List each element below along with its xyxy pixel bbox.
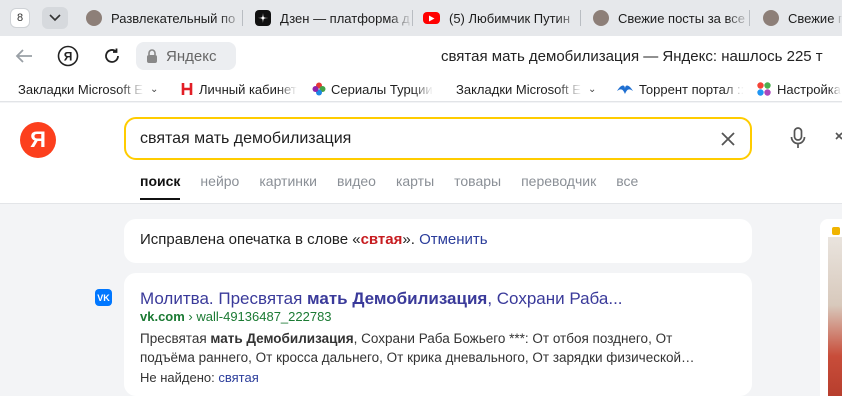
voice-search-button[interactable] <box>786 125 810 151</box>
ad-marker <box>832 227 840 235</box>
yandex-logo-letter: Я <box>30 127 46 152</box>
microphone-icon <box>790 127 806 148</box>
search-result-card: Молитва. Пресвятая мать Демобилизация, С… <box>124 273 752 396</box>
address-domain: Яндекс <box>166 47 217 65</box>
tab-separator <box>749 10 750 26</box>
typo-prefix: Исправлена опечатка в слове « <box>140 231 361 248</box>
bookmark-label: Настройка <box>777 81 841 97</box>
address-domain-pill[interactable]: Яндекс <box>136 42 236 70</box>
arrow-left-icon <box>15 49 32 63</box>
tab-separator <box>412 10 413 26</box>
tab-3[interactable]: (5) Любимчик Путин <box>423 4 581 32</box>
tab-karty[interactable]: карты <box>396 173 434 189</box>
tab-title: Свежие посты за все <box>618 10 746 26</box>
tab-count-button[interactable]: 8 <box>10 8 30 28</box>
yandex-logo[interactable]: Я <box>20 122 56 158</box>
tab-2[interactable]: Дзен — платформа д <box>255 4 413 32</box>
avatar-favicon <box>593 10 609 26</box>
tab-4[interactable]: Свежие посты за все <box>593 4 750 32</box>
result-title-bold: мать Демобилизация <box>307 289 488 308</box>
youtube-icon <box>423 12 440 24</box>
tab-kartinki[interactable]: картинки <box>259 173 317 189</box>
reload-button[interactable] <box>100 44 124 68</box>
tab-count: 8 <box>16 12 24 24</box>
search-page: Я поиск нейро картинки видео карты товар… <box>0 103 842 396</box>
bookmark-nastroyka[interactable]: Настройка <box>756 80 842 98</box>
svg-text:Я: Я <box>64 50 73 64</box>
chevron-down-icon: ⌄ <box>588 83 597 95</box>
clear-search-button[interactable] <box>718 129 738 149</box>
tab-title: Свежие п <box>788 10 842 26</box>
bookmark-serialy-turcii[interactable]: Сериалы Турции <box>312 80 438 98</box>
tab-poisk[interactable]: поиск <box>140 173 181 200</box>
typo-correction-card: Исправлена опечатка в слове «свтая». Отм… <box>124 219 752 263</box>
bookmark-torrent-portal[interactable]: Торрент портал :: <box>616 80 750 98</box>
typo-word: свтая <box>360 231 403 248</box>
bird-icon <box>617 85 633 94</box>
tab-1[interactable]: Развлекательный по <box>86 4 243 32</box>
search-box <box>124 117 752 160</box>
close-icon <box>721 132 735 146</box>
tab-title: Развлекательный по <box>111 10 236 26</box>
bookmark-label: Торрент портал :: <box>639 81 745 97</box>
more-button[interactable] <box>834 127 842 147</box>
avatar-favicon <box>86 10 102 26</box>
more-icon <box>835 132 842 140</box>
result-title-start: Молитва. Пресвятая <box>140 289 308 308</box>
lock-icon <box>147 49 157 63</box>
avatar-favicon <box>763 10 779 26</box>
bookmark-label: Личный кабинет <box>199 81 297 97</box>
tab-vse[interactable]: все <box>616 173 638 189</box>
typo-cancel-link[interactable]: Отменить <box>419 231 488 248</box>
chevron-down-icon: ⌄ <box>150 83 159 95</box>
search-verticals-nav: поиск нейро картинки видео карты товары … <box>140 173 658 200</box>
tab-tovary[interactable]: товары <box>454 173 501 189</box>
not-found-label: Не найдено: <box>140 370 219 385</box>
bookmark-label: Сериалы Турции <box>331 81 433 97</box>
chevron-down-icon <box>49 14 61 22</box>
tab-separator <box>242 10 243 26</box>
tab-title: Дзен — платформа д <box>280 10 410 26</box>
tab-neiro[interactable]: нейро <box>200 173 239 189</box>
flower-icon <box>312 82 326 96</box>
result-title-end: , Сохрани Раба... <box>487 289 623 308</box>
ad-image <box>828 237 842 396</box>
tab-strip: 8 Развлекательный по Дзен — платформа д … <box>0 0 842 36</box>
tab-video[interactable]: видео <box>337 173 376 189</box>
reload-icon <box>105 48 119 63</box>
tab-separator <box>580 10 581 26</box>
typo-suffix: ». <box>402 231 420 248</box>
h-logo-icon <box>181 83 193 95</box>
yandex-browser-icon: Я <box>57 45 79 67</box>
side-ad-block[interactable] <box>820 219 842 396</box>
bookmark-folder-2[interactable]: Закладки Microsoft E ⌄ <box>456 80 600 98</box>
search-input[interactable] <box>140 127 700 151</box>
result-url-path: › wall-49136487_222783 <box>184 309 332 324</box>
search-header: Я поиск нейро картинки видео карты товар… <box>0 103 842 204</box>
apps-icon <box>757 82 771 96</box>
bookmark-label: Закладки Microsoft E <box>456 81 581 97</box>
tab-perevodchik[interactable]: переводчик <box>521 173 596 189</box>
dzen-icon <box>255 10 271 26</box>
bookmark-label: Закладки Microsoft E <box>18 81 143 97</box>
address-row: Я Яндекс святая мать демобилизация — Янд… <box>0 36 842 76</box>
result-url[interactable]: vk.com › wall-49136487_222783 <box>140 309 332 324</box>
tab-title: (5) Любимчик Путин <box>449 10 570 26</box>
bookmark-folder-1[interactable]: Закладки Microsoft E ⌄ <box>18 80 162 98</box>
tab-list-button[interactable] <box>42 7 68 29</box>
bookmarks-bar: Закладки Microsoft E ⌄ Личный кабинет Се… <box>0 76 842 102</box>
tab-5[interactable]: Свежие п <box>763 4 842 32</box>
result-snippet: Пресвятая мать Демобилизация, Сохрани Ра… <box>140 331 695 365</box>
result-title-link[interactable]: Молитва. Пресвятая мать Демобилизация, С… <box>140 289 623 309</box>
snippet-highlight: мать Демобилизация <box>210 331 354 346</box>
result-url-domain: vk.com <box>140 309 185 324</box>
yandex-home-button[interactable]: Я <box>56 44 80 68</box>
vk-icon-label: VK <box>97 292 110 303</box>
result-not-found: Не найдено: святая <box>140 370 259 385</box>
address-page-title[interactable]: святая мать демобилизация — Яндекс: нашл… <box>441 48 823 65</box>
back-button[interactable] <box>12 44 36 68</box>
bookmark-lichny-kabinet[interactable]: Личный кабинет <box>180 80 306 98</box>
not-found-word-link[interactable]: святая <box>218 370 258 385</box>
vk-icon: VK <box>95 289 112 306</box>
